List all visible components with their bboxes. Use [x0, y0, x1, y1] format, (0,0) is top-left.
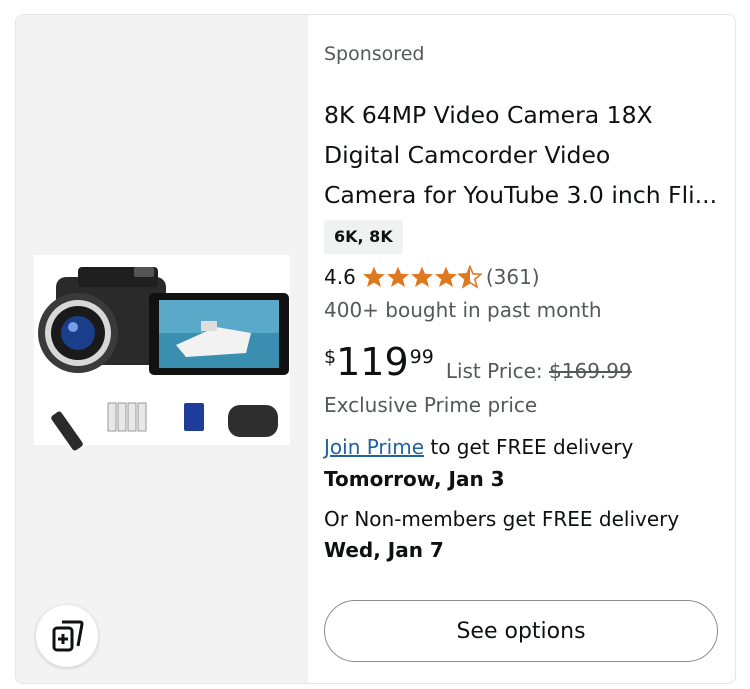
product-card: Sponsored 8K 64MP Video Camera 18X Digit…	[15, 14, 736, 684]
price-fraction: 99	[409, 346, 434, 368]
star-icon	[434, 266, 457, 287]
bought-count: 400+ bought in past month	[324, 298, 602, 322]
product-title-line[interactable]: 8K 64MP Video Camera 18X	[324, 95, 724, 135]
sponsored-label: Sponsored	[324, 43, 425, 65]
price[interactable]: $ 119 99 List Price: $169.99	[324, 343, 632, 383]
exclusive-prime-price: Exclusive Prime price	[324, 393, 538, 417]
star-rating[interactable]	[362, 265, 482, 289]
see-options-button[interactable]: See options	[324, 600, 718, 662]
product-image-pane[interactable]	[16, 15, 308, 683]
rating-value: 4.6	[324, 265, 356, 289]
star-icon	[386, 266, 409, 287]
product-image[interactable]	[16, 15, 308, 683]
rating-count[interactable]: (361)	[486, 265, 540, 289]
price-whole: 119	[336, 340, 409, 384]
list-price: List Price: $169.99	[446, 359, 632, 383]
list-price-value: $169.99	[549, 359, 632, 383]
join-prime-link[interactable]: Join Prime	[324, 435, 424, 459]
rating-row[interactable]: 4.6 (361)	[324, 265, 540, 289]
half-star-icon	[457, 265, 482, 289]
product-title-line[interactable]: Camera for YouTube 3.0 inch Fli...	[324, 175, 724, 215]
star-icon	[362, 266, 385, 287]
nonmember-delivery-date: Wed, Jan 7	[324, 538, 444, 562]
nonmember-delivery-text: Or Non-members get FREE delivery	[324, 507, 680, 531]
prime-delivery-line: Join Prime to get FREE delivery	[324, 435, 633, 459]
price-symbol: $	[324, 346, 337, 368]
product-title-line[interactable]: Digital Camcorder Video	[324, 135, 724, 175]
compare-button[interactable]	[36, 605, 98, 667]
star-icon	[410, 266, 433, 287]
prime-delivery-text: to get FREE delivery	[424, 435, 634, 459]
compare-icon	[52, 620, 84, 652]
prime-delivery-date: Tomorrow, Jan 3	[324, 467, 505, 491]
resolution-badge: 6K, 8K	[324, 220, 403, 254]
list-price-label: List Price:	[445, 359, 543, 383]
product-title[interactable]: 8K 64MP Video Camera 18X Digital Camcord…	[324, 95, 724, 215]
